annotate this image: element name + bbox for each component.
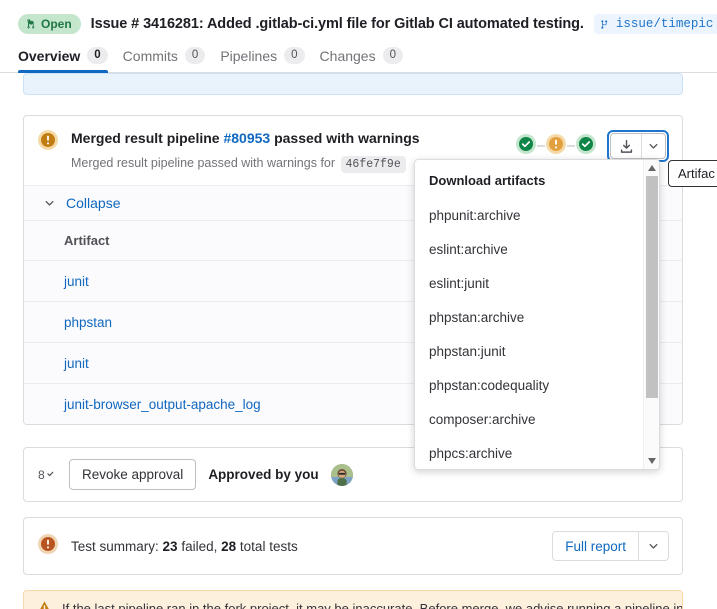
tab-commits-label: Commits: [122, 47, 178, 64]
pipeline-stage-icons: [515, 133, 597, 160]
scroll-down-arrow-icon[interactable]: [644, 453, 660, 469]
download-icon: [620, 139, 632, 153]
chevron-down-icon: [649, 543, 658, 549]
stage-status-warning[interactable]: [545, 133, 567, 160]
dropdown-item[interactable]: eslint:junit: [415, 267, 643, 301]
pipeline-title: Merged result pipeline #80953 passed wit…: [71, 128, 515, 148]
fork-pipeline-warning-text: If the last pipeline ran in the fork pro…: [62, 601, 683, 609]
full-report-link[interactable]: Full report: [553, 532, 638, 560]
test-failed-word: failed,: [181, 538, 218, 554]
test-total-count: 28: [221, 538, 237, 554]
warning-status-icon: [37, 129, 59, 156]
dropdown-item[interactable]: phpunit:archive: [415, 199, 643, 233]
artifacts-tooltip: Artifac: [668, 160, 717, 187]
revoke-approval-button[interactable]: Revoke approval: [69, 459, 197, 490]
tab-pipelines-count: 0: [284, 47, 305, 64]
tab-pipelines[interactable]: Pipelines 0: [218, 47, 317, 72]
test-summary-card: Test summary: 23 failed, 28 total tests …: [23, 517, 683, 575]
branch-icon: [601, 19, 608, 29]
column-header-artifact: Artifact: [64, 233, 110, 248]
tab-pipelines-label: Pipelines: [220, 47, 278, 64]
dropdown-item[interactable]: phpcs:archive: [415, 437, 643, 469]
tab-commits-count: 0: [184, 47, 206, 64]
full-report-button-group: Full report: [552, 531, 669, 561]
approved-by-text: Approved by you: [208, 467, 319, 482]
status-badge-label: Open: [41, 17, 72, 31]
tab-overview-label: Overview: [18, 47, 81, 64]
mr-header: Open Issue # 3416281: Added .gitlab-ci.y…: [0, 0, 717, 40]
dropdown-item[interactable]: phpstan:codequality: [415, 369, 643, 403]
stage-status-success-1[interactable]: [515, 133, 537, 160]
test-summary-text: Test summary: 23 failed, 28 total tests: [71, 539, 540, 554]
test-summary-label: Test summary:: [71, 538, 159, 554]
branch-chip[interactable]: issue/timepic: [593, 14, 717, 34]
branch-name: issue/timepic: [615, 17, 714, 31]
commit-sha-chip[interactable]: 46fe7f9e: [340, 156, 406, 173]
avatar[interactable]: [330, 463, 353, 486]
stage-connector-1: [537, 145, 545, 147]
chevron-down-icon[interactable]: [42, 197, 56, 210]
chevron-down-icon: [649, 143, 658, 149]
dropdown-item[interactable]: composer:archive: [415, 403, 643, 437]
warning-triangle-icon: [37, 600, 52, 609]
test-total-word: total tests: [239, 538, 298, 554]
scrollbar-thumb[interactable]: [645, 176, 658, 398]
collapse-link[interactable]: Collapse: [66, 195, 120, 211]
fork-pipeline-warning-banner: If the last pipeline ran in the fork pro…: [23, 590, 683, 609]
download-artifacts-button-group: [610, 133, 666, 159]
status-badge: Open: [18, 14, 81, 34]
test-warning-icon: [37, 533, 59, 560]
pipeline-title-suffix: passed with warnings: [274, 130, 420, 146]
dropdown-header: Download artifacts: [429, 173, 546, 188]
download-artifacts-button[interactable]: [611, 134, 641, 158]
stage-connector-2: [567, 145, 575, 147]
page-title: Issue # 3416281: Added .gitlab-ci.yml fi…: [90, 16, 584, 32]
tab-changes-count: 0: [382, 47, 403, 64]
info-banner: [23, 73, 683, 95]
pipeline-title-prefix: Merged result pipeline: [71, 130, 220, 146]
merge-request-icon: [27, 19, 35, 29]
mr-tabs: Overview 0 Commits 0 Pipelines 0 Changes…: [0, 40, 717, 73]
scroll-up-arrow-icon[interactable]: [644, 160, 660, 176]
pipeline-actions: [515, 130, 669, 162]
approval-check-icon: 8: [38, 466, 57, 483]
dropdown-item[interactable]: eslint:archive: [415, 233, 643, 267]
artifact-link[interactable]: phpstan: [64, 315, 112, 330]
full-report-caret[interactable]: [638, 532, 668, 560]
artifact-link[interactable]: junit-browser_output-apache_log: [64, 397, 261, 412]
tab-changes-label: Changes: [319, 47, 376, 64]
dropdown-list: Download artifacts phpunit:archive eslin…: [415, 160, 643, 469]
stage-status-success-2[interactable]: [575, 133, 597, 160]
svg-text:8: 8: [38, 468, 45, 482]
download-artifacts-caret[interactable]: [641, 134, 665, 158]
dropdown-scrollbar[interactable]: [643, 160, 659, 469]
test-failed-count: 23: [162, 538, 178, 554]
pipeline-subtitle-text: Merged result pipeline passed with warni…: [71, 156, 336, 170]
pipeline-id-link[interactable]: #80953: [223, 130, 270, 146]
download-artifacts-dropdown: Download artifacts phpunit:archive eslin…: [414, 159, 660, 470]
dropdown-item[interactable]: phpstan:junit: [415, 335, 643, 369]
tab-overview[interactable]: Overview 0: [18, 47, 121, 73]
scrollbar-track[interactable]: [644, 176, 660, 453]
download-artifacts-focus-ring: [607, 130, 669, 162]
artifact-link[interactable]: junit: [64, 274, 89, 289]
tab-commits[interactable]: Commits 0: [121, 47, 219, 72]
dropdown-item[interactable]: phpstan:archive: [415, 301, 643, 335]
merge-request-page: Open Issue # 3416281: Added .gitlab-ci.y…: [0, 0, 717, 609]
tab-overview-count: 0: [87, 47, 108, 64]
tab-changes[interactable]: Changes 0: [318, 47, 416, 72]
artifact-link[interactable]: junit: [64, 356, 89, 371]
